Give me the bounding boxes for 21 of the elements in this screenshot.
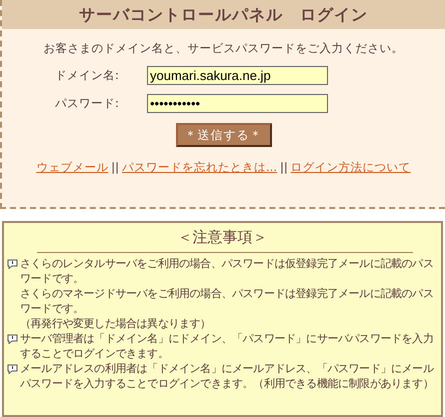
speech-bubble-icon: [7, 334, 18, 344]
notice-text: （再発行や変更した場合は異なります）: [20, 316, 212, 330]
notice-title: ＜注意事項＞: [176, 227, 268, 248]
link[interactable]: ログイン方法について: [290, 160, 411, 174]
input-field[interactable]: youmari.sakura.ne.jp: [147, 66, 328, 86]
submit-button[interactable]: ＊送信する＊: [176, 123, 272, 148]
link[interactable]: ウェブメール: [36, 160, 108, 174]
link[interactable]: パスワードを忘れたときは...: [122, 160, 277, 174]
field-label: パスワード:: [54, 95, 120, 112]
panel-title: サーバコントロールパネル ログイン: [2, 0, 445, 29]
separator-text: ||: [111, 160, 120, 174]
speech-bubble-icon: [7, 364, 18, 374]
separator-text: ||: [280, 160, 288, 174]
notice-text: メールアドレスの利用者は「ドメイン名」にメールアドレス、「パスワード」にメールパスワードを入力することでログインできます。（利用できる機能に制限があります）: [20, 360, 435, 390]
notice-text: サーバ管理者は「ドメイン名」にドメイン、「パスワード」にサーバパスワードを入力することでログインできます。: [20, 330, 434, 360]
notice-text: さくらのマネージドサーバをご利用の場合、パスワードは登録完了メールに記載のパスワードです。: [20, 286, 434, 316]
speech-bubble-icon: [7, 258, 18, 268]
instruction-text: お客さまのドメイン名と、サービスパスワードをご入力ください。: [42, 40, 404, 57]
notice-text: さくらのレンタルサーバをご利用の場合、パスワードは仮登録完了メールに記載のパスワードです。: [20, 256, 434, 286]
field-label: ドメイン名:: [54, 67, 120, 84]
input-field[interactable]: •••••••••••: [147, 94, 328, 114]
